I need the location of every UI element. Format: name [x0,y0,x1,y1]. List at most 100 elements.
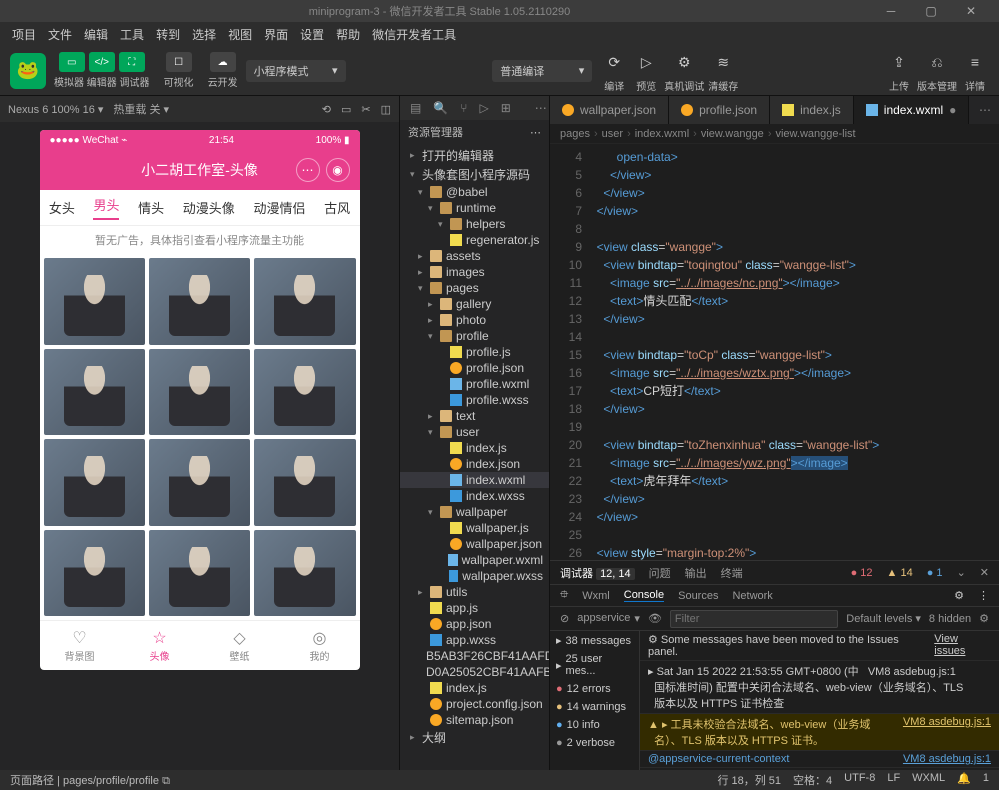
close-button[interactable]: ✕ [951,4,991,18]
console-message[interactable]: ⚙ Some messages have been moved to the I… [640,631,999,661]
mute-icon[interactable]: ▭ [341,103,351,116]
tree-item-user[interactable]: ▾user [400,424,549,440]
ban-icon[interactable]: ⊘ [560,612,569,625]
tab-terminal[interactable]: 终端 [721,565,743,581]
avatar-cell[interactable] [254,258,355,345]
phone-tab[interactable]: 动漫头像 [183,198,235,217]
statusbar-item[interactable]: WXML [912,772,945,788]
tabbar-头像[interactable]: ☆头像 [120,621,200,670]
msg-filter[interactable]: ●14 warnings [550,698,639,716]
toolbar-button[interactable]: ▭ [59,52,85,72]
menu-文件[interactable]: 文件 [42,24,78,45]
branch-icon[interactable]: ⑂ [460,101,467,115]
maximize-button[interactable]: ▢ [911,4,951,18]
menu-微信开发者工具[interactable]: 微信开发者工具 [366,24,462,45]
avatar-cell[interactable] [149,349,250,436]
devtool-tab-Wxml[interactable]: Wxml [582,590,610,602]
debug-icon[interactable]: ▷ [480,101,489,115]
gear-icon[interactable]: ⚙ [979,612,989,625]
tree-item-sitemap.json[interactable]: sitemap.json [400,712,549,728]
copy-icon[interactable]: ⧉ [162,775,170,787]
msg-filter[interactable]: ▸25 user mes... [550,650,639,680]
tree-item-index.wxml[interactable]: index.wxml [400,472,549,488]
tree-item-wallpaper.json[interactable]: wallpaper.json [400,536,549,552]
devtool-tab-Console[interactable]: Console [624,589,664,602]
console-message[interactable]: ▲ ▸ 工具未校验合法域名、web-view（业务域 名）、TLS 版本以及 H… [640,714,999,751]
tabbar-我的[interactable]: ◎我的 [280,621,360,670]
menu-项目[interactable]: 项目 [6,24,42,45]
close-panel-icon[interactable]: ✕ [980,566,989,579]
tree-item-app.wxss[interactable]: app.wxss [400,632,549,648]
toolbar-编译[interactable]: ⟳ [600,48,628,76]
toolbar-预览[interactable]: ▷ [632,48,660,76]
breadcrumb-seg[interactable]: view.wangge-list [775,128,855,140]
breadcrumb-seg[interactable]: pages [560,128,590,140]
tree-item-app.json[interactable]: app.json [400,616,549,632]
tree-item-helpers[interactable]: ▾helpers [400,216,549,232]
ext-icon[interactable]: ⊞ [501,101,511,115]
statusbar-item[interactable]: LF [887,772,900,788]
phone-simulator[interactable]: ●●●●● WeChat ⌁ 21:54 100% ▮ 小二胡工作室-头像 ⋯◉… [40,130,360,670]
breadcrumb-seg[interactable]: user [602,128,623,140]
statusbar-item[interactable]: 行 18，列 51 [717,772,781,788]
mode-dropdown[interactable]: 小程序模式▾ [246,60,346,82]
toolbar-版本管理[interactable]: ⎌ [923,48,951,76]
msg-filter[interactable]: ●10 info [550,716,639,734]
more-tabs-icon[interactable]: ⋯ [971,103,999,117]
editor-tab-index.js[interactable]: index.js [770,96,854,124]
tree-item-runtime[interactable]: ▾runtime [400,200,549,216]
tree-item-profile.js[interactable]: profile.js [400,344,549,360]
tree-item-D0A25052CBF41AAFB6...[interactable]: D0A25052CBF41AAFB6... [400,664,549,680]
tree-item-@babel[interactable]: ▾@babel [400,184,549,200]
menu-设置[interactable]: 设置 [294,24,330,45]
gear-icon[interactable]: ⚙ [954,589,964,602]
menu-界面[interactable]: 界面 [258,24,294,45]
section-project-root[interactable]: ▾头像套图小程序源码 [400,165,549,184]
avatar-cell[interactable] [149,530,250,617]
tree-item-index.wxss[interactable]: index.wxss [400,488,549,504]
device-dropdown[interactable]: Nexus 6 100% 16 ▾ [8,103,103,116]
menu-帮助[interactable]: 帮助 [330,24,366,45]
breadcrumb-seg[interactable]: index.wxml [635,128,689,140]
close-tab-icon[interactable]: ● [949,103,956,117]
tree-item-index.js[interactable]: index.js [400,680,549,696]
statusbar-item[interactable]: 1 [983,772,989,788]
more-icon[interactable]: ⋮ [978,589,989,602]
avatar-cell[interactable] [149,258,250,345]
avatar-cell[interactable] [44,258,145,345]
more-icon[interactable]: ⋯ [530,126,541,139]
tree-item-assets[interactable]: ▸assets [400,248,549,264]
capsule-menu-icon[interactable]: ⋯ [296,158,320,182]
toolbar-button[interactable]: ☁ [210,52,236,72]
menu-选择[interactable]: 选择 [186,24,222,45]
filter-input[interactable] [670,610,838,628]
levels-dropdown[interactable]: Default levels ▾ [846,612,921,625]
capsule-close-icon[interactable]: ◉ [326,158,350,182]
tree-item-regenerator.js[interactable]: regenerator.js [400,232,549,248]
avatar-cell[interactable] [44,439,145,526]
tree-item-project.config.json[interactable]: project.config.json [400,696,549,712]
minimize-button[interactable]: ─ [871,4,911,18]
tree-item-pages[interactable]: ▾pages [400,280,549,296]
phone-tab[interactable]: 女头 [49,198,75,217]
inspect-icon[interactable]: ⯐ [560,586,568,605]
compile-dropdown[interactable]: 普通编译▾ [492,60,592,82]
msg-filter[interactable]: ▸38 messages [550,631,639,650]
tree-item-text[interactable]: ▸text [400,408,549,424]
menu-工具[interactable]: 工具 [114,24,150,45]
phone-tab[interactable]: 动漫情侣 [253,198,305,217]
toolbar-button[interactable]: ☐ [166,52,192,72]
msg-filter[interactable]: ●12 errors [550,680,639,698]
section-outline[interactable]: ▸大纲 [400,728,549,747]
toolbar-详情[interactable]: ≡ [961,48,989,76]
file-icon[interactable]: ▤ [410,101,421,115]
tabbar-背景图[interactable]: ♡背景图 [40,621,120,670]
devtool-tab-Network[interactable]: Network [732,590,772,602]
avatar-cell[interactable] [254,349,355,436]
tree-item-profile[interactable]: ▾profile [400,328,549,344]
section-open-editors[interactable]: ▸打开的编辑器 [400,146,549,165]
tree-item-wallpaper.js[interactable]: wallpaper.js [400,520,549,536]
menu-转到[interactable]: 转到 [150,24,186,45]
scope-dropdown[interactable]: appservice ▾ [577,612,640,625]
expand-icon[interactable]: ◫ [381,103,391,116]
